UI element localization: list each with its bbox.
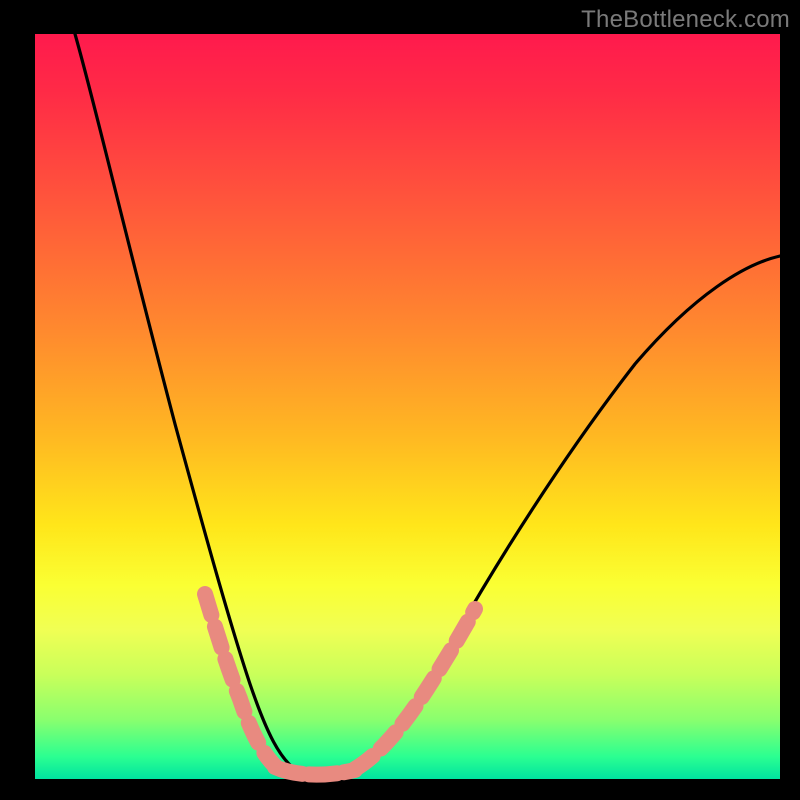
highlight-right [355,609,475,769]
chart-frame: TheBottleneck.com [0,0,800,800]
watermark-text: TheBottleneck.com [581,6,790,34]
highlight-bottom [275,767,355,775]
bottleneck-curve [75,34,780,776]
plot-area [35,34,780,779]
highlight-left [205,594,275,766]
curve-layer [35,34,780,779]
